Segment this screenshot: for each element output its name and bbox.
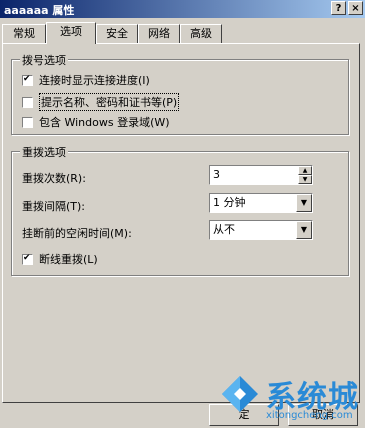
window-title: aaaaaa 属性 [4, 4, 75, 17]
close-button[interactable]: × [348, 1, 363, 15]
checkbox-icon [22, 116, 33, 128]
tab-networking[interactable]: 网络 [138, 24, 180, 43]
tab-options[interactable]: 选项 [46, 22, 96, 44]
help-button[interactable]: ? [331, 1, 346, 15]
include-domain-checkbox[interactable]: 包含 Windows 登录域(W) [22, 114, 170, 130]
chevron-down-icon[interactable]: ▼ [296, 194, 312, 212]
dial-options-group: 拨号选项 连接时显示连接进度(I) 提示名称、密码和证书等(P) 包含 Wind… [11, 52, 349, 135]
spin-down-icon[interactable]: ▼ [298, 175, 312, 184]
show-progress-checkbox[interactable]: 连接时显示连接进度(I) [22, 72, 150, 88]
redial-attempts-field[interactable]: 3 ▲ ▼ [209, 165, 313, 185]
redial-attempts-label: 重拨次数(R): [22, 172, 86, 185]
tab-advanced[interactable]: 高级 [180, 24, 222, 43]
checkbox-icon [22, 253, 33, 265]
tab-security[interactable]: 安全 [96, 24, 138, 43]
tab-general[interactable]: 常规 [2, 24, 46, 43]
dial-options-title: 拨号选项 [20, 52, 68, 68]
spin-buttons[interactable]: ▲ ▼ [298, 166, 312, 184]
watermark: 系统城 xitongcheng.com [214, 364, 364, 424]
redial-on-drop-checkbox[interactable]: 断线重拨(L) [22, 251, 98, 267]
checkbox-icon [22, 74, 33, 86]
options-panel: 拨号选项 连接时显示连接进度(I) 提示名称、密码和证书等(P) 包含 Wind… [2, 43, 360, 403]
idle-time-label: 挂断前的空闲时间(M): [22, 227, 132, 240]
watermark-logo-icon [222, 376, 258, 412]
idle-time-select[interactable]: 从不 ▼ [209, 220, 313, 240]
chevron-down-icon[interactable]: ▼ [296, 221, 312, 239]
spin-up-icon[interactable]: ▲ [298, 166, 312, 175]
title-bar: aaaaaa 属性 ? × [0, 0, 365, 18]
redial-options-group: 重拨选项 重拨次数(R): 3 ▲ ▼ 重拨间隔(T): 1 分钟 ▼ 挂断前的… [11, 144, 349, 276]
watermark-url: xitongcheng.com [266, 410, 353, 421]
prompt-credentials-checkbox[interactable]: 提示名称、密码和证书等(P) [22, 93, 180, 111]
redial-interval-select[interactable]: 1 分钟 ▼ [209, 193, 313, 213]
checkbox-icon [22, 96, 33, 108]
redial-interval-label: 重拨间隔(T): [22, 200, 86, 213]
redial-options-title: 重拨选项 [20, 144, 68, 160]
